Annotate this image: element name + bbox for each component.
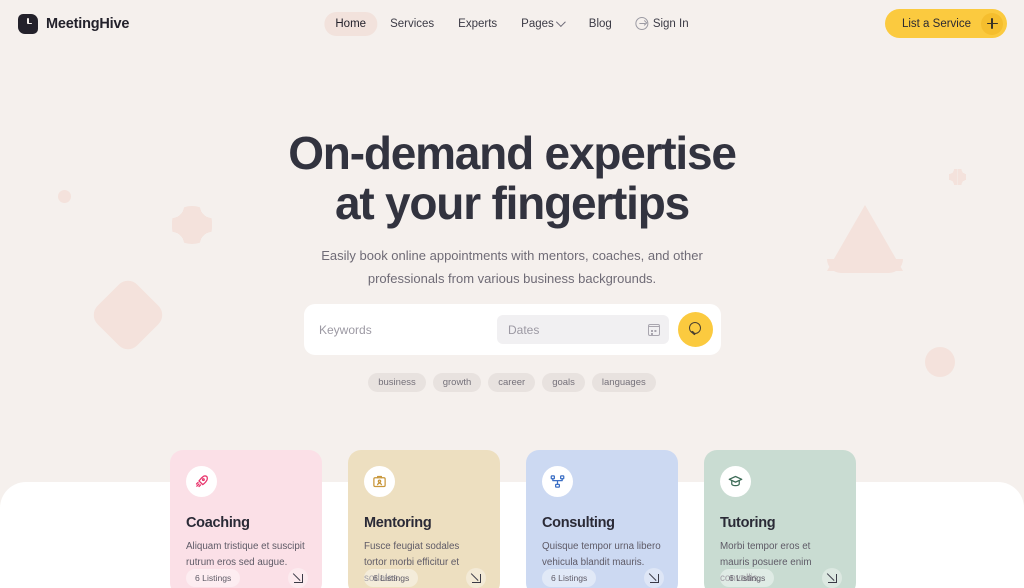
listing-count-badge: 6 Listings (542, 569, 597, 587)
nav-label-experts: Experts (458, 17, 498, 30)
calendar-icon (648, 323, 661, 336)
listing-count-badge: 6 Listings (186, 569, 241, 587)
arrow-down-right-icon[interactable] (288, 568, 308, 588)
card-title: Mentoring (364, 515, 432, 531)
nav-item-services[interactable]: Services (379, 12, 445, 36)
clock-icon (18, 13, 38, 34)
search-input[interactable] (304, 322, 497, 337)
id-badge-icon (364, 466, 395, 497)
hero-section: On-demand expertise at your fingertips E… (0, 128, 1024, 290)
dates-field[interactable]: Dates (497, 315, 669, 344)
sign-in-arrow-icon (635, 17, 649, 30)
listing-count-badge: 6 Listings (364, 569, 419, 587)
rocket-icon (186, 466, 217, 497)
page-title: On-demand expertise at your fingertips (0, 128, 1024, 228)
search-bar: Dates (304, 304, 721, 355)
hero-subtitle-line2: professionals from various business back… (367, 271, 657, 286)
nav-label-sign-in: Sign In (652, 17, 689, 30)
tag-growth[interactable]: growth (432, 373, 482, 392)
nav-label-home: Home (335, 17, 367, 30)
main-nav: Home Services Experts Pages Blog Sign In (324, 11, 699, 36)
tag-list: business growth career goals languages (0, 373, 1024, 392)
nav-label-services: Services (390, 17, 435, 30)
hero-title-line1: On-demand expertise (288, 127, 737, 179)
tag-business[interactable]: business (368, 373, 426, 392)
listing-count-badge: 6 Listings (720, 569, 775, 587)
graduation-cap-icon (720, 466, 751, 497)
hero-subtitle: Easily book online appointments with men… (0, 244, 1024, 290)
arrow-down-right-icon[interactable] (466, 568, 486, 588)
category-card-list: Coaching Aliquam tristique et suscipit r… (170, 450, 856, 588)
card-description: Aliquam tristique et suscipit rutrum ero… (186, 541, 305, 568)
dates-placeholder: Dates (508, 322, 540, 337)
category-card-coaching[interactable]: Coaching Aliquam tristique et suscipit r… (170, 450, 322, 588)
card-description: Quisque tempor urna libero vehicula blan… (542, 541, 661, 568)
cta-label: List a Service (901, 17, 971, 30)
card-title: Coaching (186, 515, 250, 531)
list-a-service-button[interactable]: List a Service (884, 9, 1007, 38)
brand-logo[interactable]: MeetingHive (18, 13, 130, 34)
category-card-consulting[interactable]: Consulting Quisque tempor urna libero ve… (526, 450, 678, 588)
tag-goals[interactable]: goals (542, 373, 585, 392)
hero-subtitle-line1: Easily book online appointments with men… (321, 248, 703, 263)
card-footer: 6 Listings (364, 568, 486, 588)
arrow-down-right-icon[interactable] (822, 568, 842, 588)
card-footer: 6 Listings (720, 568, 842, 588)
card-title: Consulting (542, 515, 615, 531)
card-footer: 6 Listings (542, 568, 664, 588)
nav-label-blog: Blog (588, 17, 612, 30)
arrow-down-right-icon[interactable] (644, 568, 664, 588)
site-header: MeetingHive Home Services Experts Pages … (0, 0, 1024, 47)
category-card-mentoring[interactable]: Mentoring Fusce feugiat sodales tortor m… (348, 450, 500, 588)
card-footer: 6 Listings (186, 568, 308, 588)
network-icon (542, 466, 573, 497)
nav-item-pages[interactable]: Pages (510, 12, 576, 36)
tag-career[interactable]: career (488, 373, 536, 392)
nav-label-pages: Pages (521, 17, 554, 30)
hero-title-line2: at your fingertips (334, 177, 690, 229)
chevron-down-icon (556, 17, 567, 28)
brand-name: MeetingHive (46, 15, 130, 32)
tag-languages[interactable]: languages (591, 373, 656, 392)
nav-item-sign-in[interactable]: Sign In (625, 11, 700, 36)
nav-item-home[interactable]: Home (324, 11, 378, 36)
nav-item-blog[interactable]: Blog (578, 12, 623, 36)
search-button[interactable] (678, 312, 713, 347)
nav-item-experts[interactable]: Experts (447, 12, 508, 36)
card-title: Tutoring (720, 515, 776, 531)
category-card-tutoring[interactable]: Tutoring Morbi tempor eros et mauris pos… (704, 450, 856, 588)
plus-icon (981, 12, 1003, 35)
